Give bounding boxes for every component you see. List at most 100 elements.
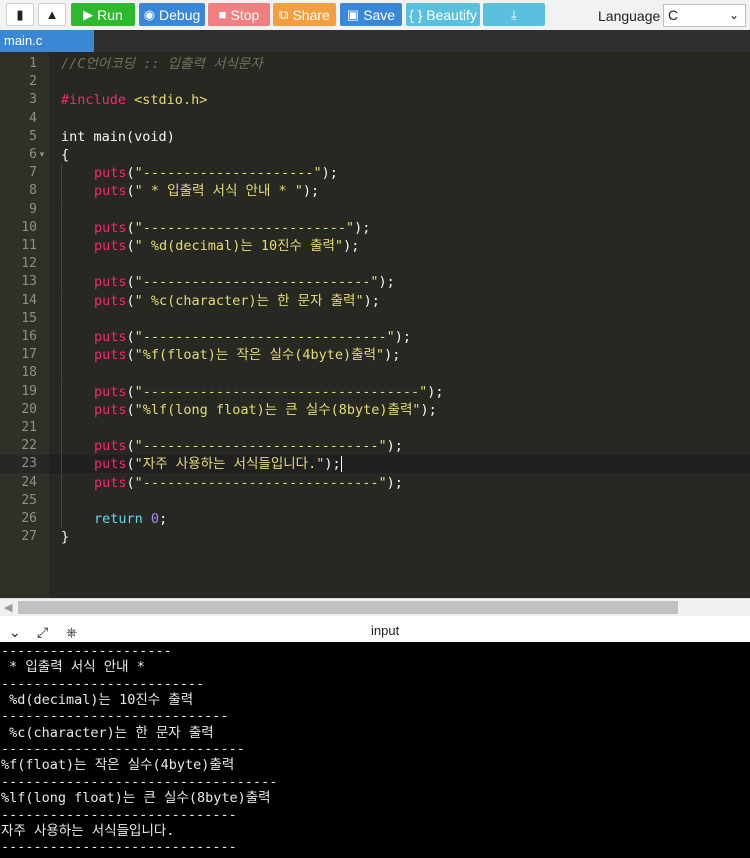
- line-number: 1: [29, 56, 37, 71]
- code-line[interactable]: //C언어코딩 :: 입출력 서식문자: [49, 55, 750, 73]
- code-line-text: int main(void): [61, 128, 175, 145]
- language-select[interactable]: C ⌄: [663, 4, 746, 27]
- toolbar: ▮ ▲ ▶ Run ◉ Debug ■ Stop ⧉ Share ▣ Save …: [0, 0, 750, 30]
- code-line[interactable]: puts("----------------------------------…: [49, 382, 750, 401]
- code-line-text: [61, 309, 94, 328]
- code-line-text: return 0;: [61, 510, 167, 528]
- output-line: %lf(long float)는 큰 실수(8byte)출력: [1, 790, 271, 807]
- code-line[interactable]: puts(" * 입출력 서식 안내 * ");: [49, 182, 750, 201]
- share-button[interactable]: ⧉ Share: [273, 3, 336, 26]
- output-line: %f(float)는 작은 실수(4byte)출력: [1, 757, 235, 774]
- code-line[interactable]: puts("----------------------------");: [49, 273, 750, 292]
- code-line[interactable]: puts("-----------------------------");: [49, 473, 750, 492]
- code-line[interactable]: puts(" %c(character)는 한 문자 출력");: [49, 291, 750, 310]
- code-line[interactable]: [49, 200, 750, 219]
- save-button[interactable]: ▣ Save: [340, 3, 402, 26]
- line-number: 11: [21, 238, 37, 253]
- code-line-text: {: [61, 147, 70, 163]
- line-number: 9: [29, 201, 37, 217]
- stop-button[interactable]: ■ Stop: [208, 3, 270, 26]
- code-line[interactable]: [49, 491, 750, 510]
- line-number: 16: [21, 329, 37, 344]
- line-number: 14: [21, 292, 37, 308]
- console-output[interactable]: --------------------- * 입출력 서식 안내 * ----…: [0, 642, 750, 858]
- line-number: 4: [29, 110, 37, 126]
- clear-console-icon[interactable]: ⎈: [66, 624, 77, 640]
- output-line: %c(character)는 한 문자 출력: [1, 724, 214, 741]
- debug-icon: ◉: [143, 7, 156, 22]
- output-line: -----------------------------: [1, 839, 237, 856]
- share-icon: ⧉: [279, 7, 289, 22]
- code-line[interactable]: puts("-----------------------------");: [49, 437, 750, 456]
- line-number: 21: [21, 420, 37, 435]
- text-cursor: [340, 456, 342, 473]
- code-line-text: puts("----------------------------------…: [61, 382, 444, 401]
- line-number: 8: [29, 183, 37, 199]
- line-number: 22: [21, 438, 37, 454]
- code-line[interactable]: [49, 255, 750, 274]
- code-editor[interactable]: 1 //C언어코딩 :: 입출력 서식문자 2 3 #include <stdio.h>…: [0, 52, 750, 598]
- code-line[interactable]: puts("---------------------");: [49, 164, 750, 183]
- code-line[interactable]: puts(" %d(decimal)는 10진수 출력");: [49, 237, 750, 255]
- code-line[interactable]: [49, 309, 750, 328]
- code-line[interactable]: [49, 73, 750, 91]
- line-number: 7: [29, 165, 37, 181]
- download-button[interactable]: ⤓: [483, 3, 545, 26]
- code-line-text: [61, 255, 94, 274]
- code-line-text: puts("---------------------");: [61, 164, 338, 183]
- console-header: ⌄ ⤢ ⎈ input: [0, 622, 750, 642]
- code-line-text: }: [61, 529, 70, 546]
- code-line[interactable]: puts("%f(float)는 작은 실수(4byte)출력");: [49, 346, 750, 365]
- fold-toggle-icon[interactable]: ▼: [38, 146, 46, 164]
- chevron-down-icon: ⌄: [728, 8, 739, 22]
- scrollbar-thumb[interactable]: [18, 601, 678, 614]
- code-line[interactable]: puts("-------------------------");: [49, 218, 750, 237]
- expand-icon[interactable]: ⤢: [37, 624, 48, 640]
- code-line[interactable]: #include <stdio.h>: [49, 91, 750, 109]
- line-number: 15: [21, 310, 37, 326]
- language-label: Language: [598, 8, 661, 24]
- download-icon: ⤓: [511, 7, 517, 22]
- editor-horizontal-scrollbar[interactable]: ◀: [0, 598, 750, 616]
- tab-main-c[interactable]: main.c: [0, 30, 94, 52]
- run-button[interactable]: ▶ Run: [71, 3, 135, 26]
- code-line[interactable]: [49, 110, 750, 128]
- code-line[interactable]: [49, 364, 750, 383]
- code-line[interactable]: puts("------------------------------");: [49, 328, 750, 346]
- code-line[interactable]: int main(void): [49, 128, 750, 146]
- beautify-button[interactable]: { } Beautify: [406, 3, 480, 26]
- language-value: C: [668, 7, 679, 23]
- code-line[interactable]: puts("자주 사용하는 서식들입니다.");: [49, 455, 750, 474]
- code-line-text: [61, 491, 94, 510]
- output-line: -----------------------------: [1, 806, 237, 823]
- stop-label: Stop: [230, 6, 260, 23]
- output-line: ------------------------------: [1, 741, 245, 758]
- upload-button[interactable]: ▲: [38, 3, 66, 26]
- save-icon: ▣: [346, 7, 360, 22]
- code-line-text: puts("----------------------------");: [61, 273, 395, 292]
- save-label: Save: [363, 6, 396, 23]
- chevron-down-icon[interactable]: ⌄: [9, 624, 21, 640]
- line-number: 24: [21, 474, 37, 490]
- new-file-button[interactable]: ▮: [6, 3, 34, 26]
- line-number: 13: [21, 274, 37, 290]
- code-line-text: //C언어코딩 :: 입출력 서식문자: [61, 56, 263, 72]
- output-line: -------------------------: [1, 675, 205, 692]
- scroll-left-icon[interactable]: ◀: [4, 601, 12, 614]
- share-label: Share: [292, 6, 330, 23]
- code-line[interactable]: {: [49, 146, 750, 164]
- upload-icon: ▲: [45, 7, 59, 22]
- code-line[interactable]: [49, 419, 750, 437]
- code-line[interactable]: }: [49, 528, 750, 546]
- line-number: 12: [21, 256, 37, 272]
- code-line[interactable]: puts("%lf(long float)는 큰 실수(8byte)출력");: [49, 400, 750, 419]
- output-line: * 입출력 서식 안내 *: [1, 659, 153, 676]
- debug-label: Debug: [159, 6, 201, 23]
- code-line-text: puts("------------------------------");: [61, 328, 411, 346]
- play-icon: ▶: [83, 7, 94, 22]
- code-line-text: puts(" * 입출력 서식 안내 * ");: [61, 182, 319, 201]
- debug-button[interactable]: ◉ Debug: [139, 3, 205, 26]
- code-line[interactable]: return 0;: [49, 510, 750, 528]
- run-label: Run: [97, 6, 123, 23]
- line-number: 5: [29, 128, 37, 144]
